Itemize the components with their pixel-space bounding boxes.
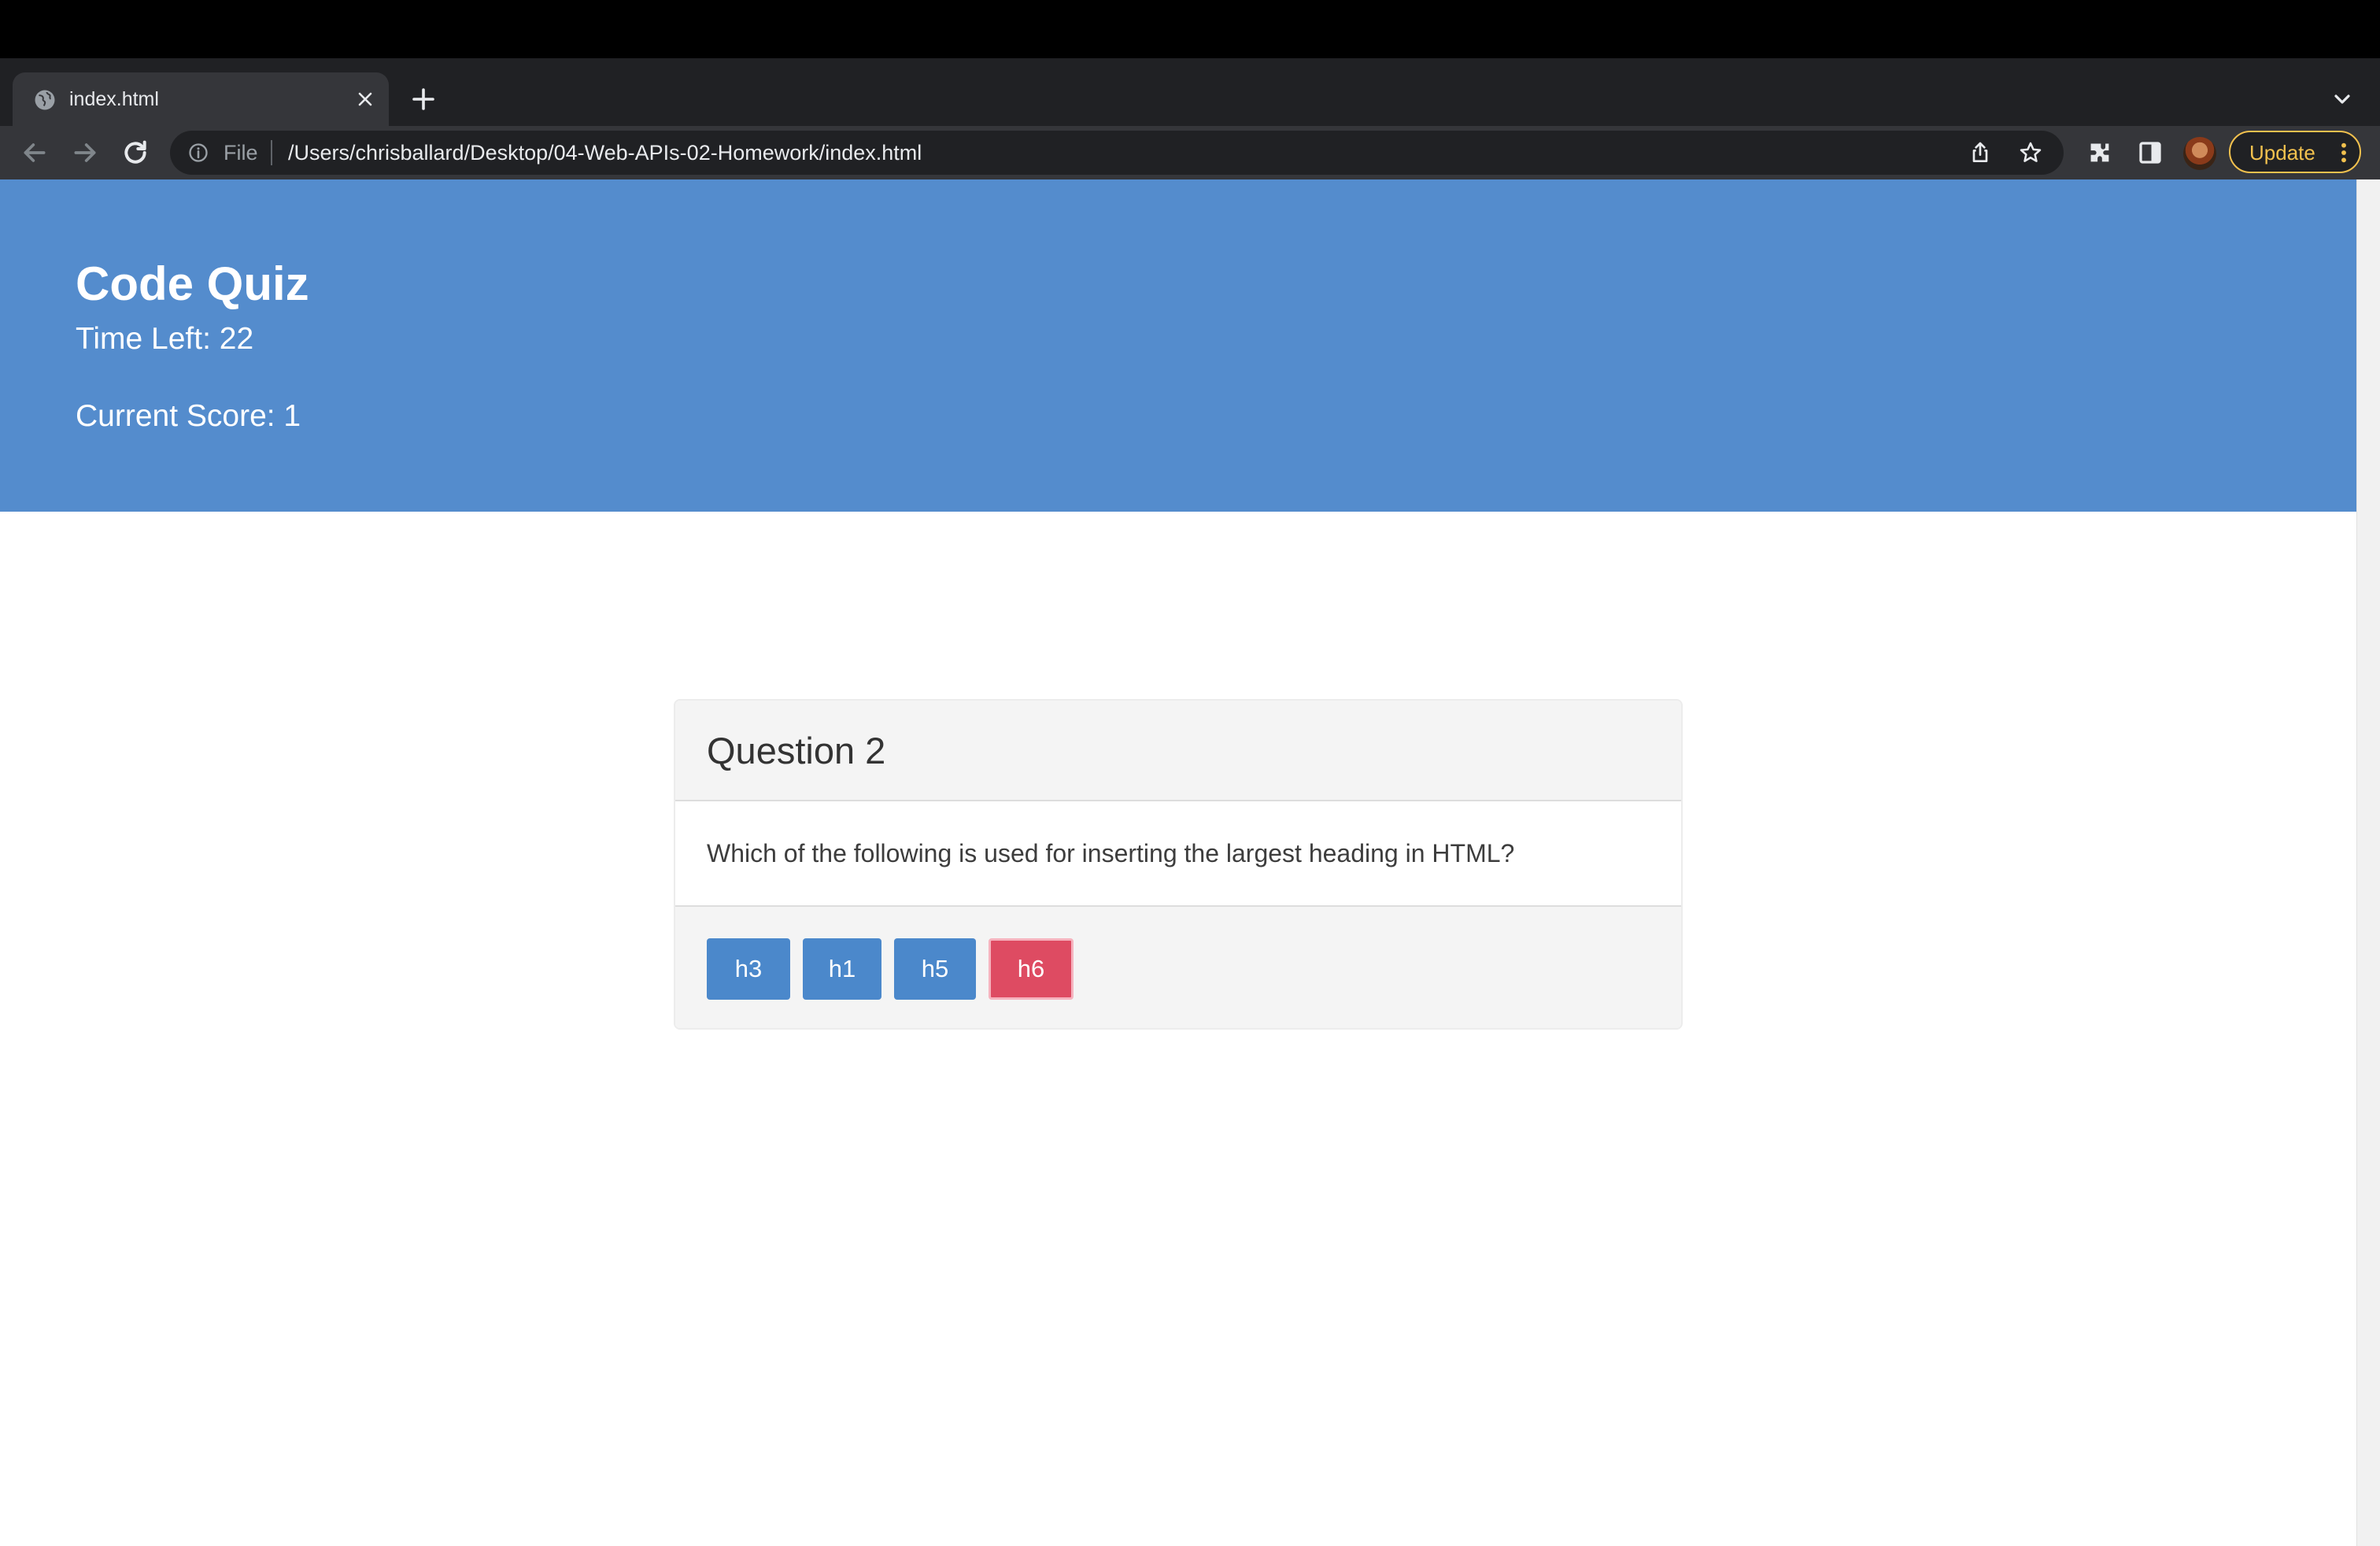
question-heading: Question 2 <box>707 730 886 771</box>
page-scrollbar[interactable] <box>2356 179 2380 1546</box>
tab-index-html[interactable]: index.html <box>13 72 389 126</box>
current-score-display: Current Score: 1 <box>76 399 301 433</box>
kebab-menu-icon[interactable] <box>2336 140 2352 165</box>
browser-toolbar: File /Users/chrisballard/Desktop/04-Web-… <box>0 126 2380 179</box>
question-card-header: Question 2 <box>675 701 1681 801</box>
puzzle-icon[interactable] <box>2086 139 2114 167</box>
system-menubar <box>0 0 2380 58</box>
quiz-header: Code Quiz Time Left: 22 Current Score: 1 <box>0 179 2356 512</box>
answer-button-h5[interactable]: h5 <box>894 938 976 1000</box>
page-content: Code Quiz Time Left: 22 Current Score: 1… <box>0 179 2356 1546</box>
page-title: Code Quiz <box>76 257 309 310</box>
back-arrow-icon[interactable] <box>19 137 50 168</box>
url-scheme-label: File <box>224 141 258 165</box>
question-card-body: Which of the following is used for inser… <box>675 801 1681 905</box>
info-icon[interactable] <box>187 142 209 164</box>
answer-button-h3[interactable]: h3 <box>707 938 790 1000</box>
plus-icon[interactable] <box>409 85 438 113</box>
answer-button-group: h3 h1 h5 h6 <box>707 938 1074 1000</box>
question-text: Which of the following is used for inser… <box>707 839 1515 867</box>
answer-options: h3 h1 h5 h6 <box>675 905 1681 1028</box>
globe-icon <box>35 90 55 110</box>
url-divider <box>271 140 272 165</box>
chevron-down-icon[interactable] <box>2330 87 2355 112</box>
side-panel-icon[interactable] <box>2136 139 2164 167</box>
update-button[interactable]: Update <box>2229 131 2361 173</box>
star-icon[interactable] <box>2018 140 2043 165</box>
question-card: Question 2 Which of the following is use… <box>674 699 1683 1030</box>
answer-button-h1[interactable]: h1 <box>803 938 881 1000</box>
tab-strip: index.html <box>0 58 2380 126</box>
close-icon[interactable] <box>354 88 376 110</box>
time-left-display: Time Left: 22 <box>76 322 254 356</box>
share-icon[interactable] <box>1968 140 1993 165</box>
url-text[interactable]: /Users/chrisballard/Desktop/04-Web-APIs-… <box>288 139 922 166</box>
forward-arrow-icon[interactable] <box>69 137 101 168</box>
reload-icon[interactable] <box>120 137 151 168</box>
update-button-label: Update <box>2249 141 2315 165</box>
tab-title: index.html <box>69 88 159 110</box>
answer-button-h6[interactable]: h6 <box>989 938 1074 1000</box>
address-bar[interactable]: File /Users/chrisballard/Desktop/04-Web-… <box>170 131 2064 175</box>
avatar[interactable] <box>2183 137 2216 170</box>
